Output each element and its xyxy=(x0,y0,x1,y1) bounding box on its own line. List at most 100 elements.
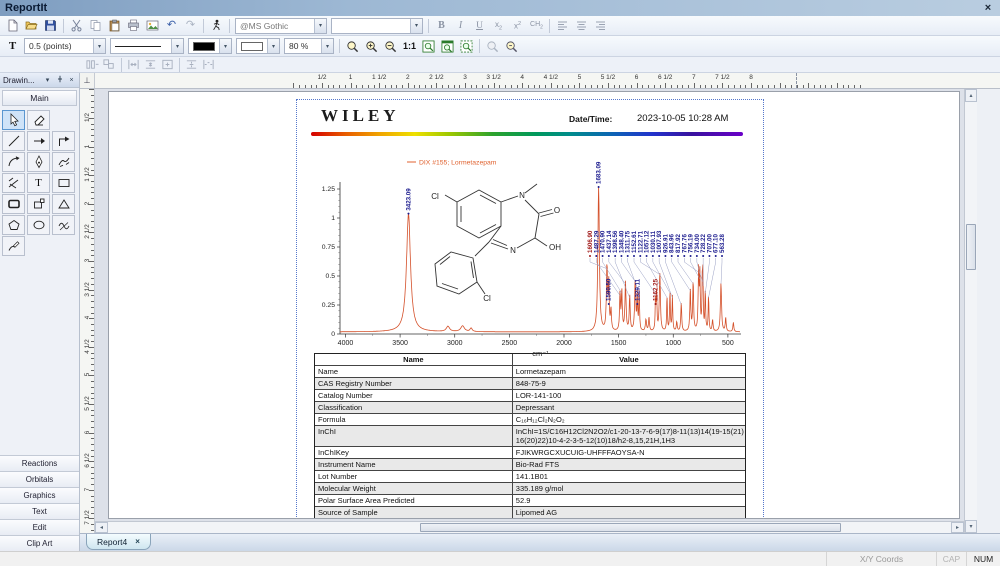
align-right-button[interactable] xyxy=(591,17,610,34)
chevron-down-icon[interactable]: ▾ xyxy=(43,76,52,84)
pencil-tool[interactable] xyxy=(2,236,25,256)
legend-label: DIX #155; Lormetazepam xyxy=(419,160,497,167)
save-button[interactable] xyxy=(41,17,60,34)
line-tool[interactable] xyxy=(2,131,25,151)
pentagon-tool[interactable] xyxy=(2,215,25,235)
chevron-down-icon[interactable]: ▾ xyxy=(219,39,231,53)
print-button[interactable] xyxy=(124,17,143,34)
ir-spectrum-chart[interactable]: 00.250.50.7511.2540003500300025002000150… xyxy=(307,154,747,364)
bond xyxy=(539,210,552,214)
ruler-tick xyxy=(91,124,94,125)
text-tool[interactable]: T xyxy=(27,173,50,193)
report-page[interactable]: WILEY Date/Time: 2023-10-05 10:28 AM 00.… xyxy=(108,91,960,519)
font-style-select[interactable]: ▾ xyxy=(331,18,423,34)
freeform-select-tool-icon xyxy=(57,155,71,169)
zoom-last-disabled-button[interactable] xyxy=(502,38,521,55)
text-tool-button[interactable]: T xyxy=(3,38,22,55)
multi-line-tool[interactable] xyxy=(2,173,25,193)
bond xyxy=(480,225,496,234)
subscript-button[interactable]: x2 xyxy=(489,17,508,34)
zoom-in-button[interactable] xyxy=(362,38,381,55)
select-tool[interactable] xyxy=(2,110,25,130)
fill-color-select[interactable]: ▾ xyxy=(236,38,280,54)
scroll-down-icon[interactable]: ▾ xyxy=(965,520,977,533)
eraser-tool[interactable] xyxy=(27,110,50,130)
chevron-down-icon[interactable]: ▾ xyxy=(93,39,105,53)
rounded-rectangle-tool[interactable] xyxy=(2,194,25,214)
node-rectangle-tool[interactable] xyxy=(27,194,50,214)
ruler-tick xyxy=(91,250,94,251)
zoom-1to1-button[interactable]: 1:1 xyxy=(400,38,419,55)
rectangle-tool[interactable] xyxy=(52,173,75,193)
chevron-down-icon[interactable]: ▾ xyxy=(314,19,326,33)
panel-tab-clip-art[interactable]: Clip Art xyxy=(0,535,79,551)
redo-button[interactable]: ↷ xyxy=(181,17,200,34)
tab-close-icon[interactable]: × xyxy=(135,537,140,546)
new-document-button[interactable] xyxy=(3,17,22,34)
zoom-out-button[interactable] xyxy=(381,38,400,55)
chevron-down-icon[interactable]: ▾ xyxy=(171,39,183,53)
pen-tool[interactable] xyxy=(27,152,50,172)
panel-tab-main[interactable]: Main xyxy=(2,90,77,106)
chevron-down-icon[interactable]: ▾ xyxy=(321,39,333,53)
line-width-select[interactable]: 0.5 (points)▾ xyxy=(24,38,106,54)
zoom-select-button[interactable] xyxy=(343,38,362,55)
ellipse-tool[interactable] xyxy=(27,215,50,235)
panel-tab-reactions[interactable]: Reactions xyxy=(0,455,79,471)
freeform-select-tool[interactable] xyxy=(52,152,75,172)
panel-tab-orbitals[interactable]: Orbitals xyxy=(0,471,79,487)
scroll-up-icon[interactable]: ▴ xyxy=(965,89,977,102)
ch2-group-button[interactable]: CH2 xyxy=(527,17,546,34)
zoom-prev-disabled-button[interactable] xyxy=(483,38,502,55)
close-panel-icon[interactable]: × xyxy=(67,77,76,84)
arc-tool[interactable] xyxy=(2,152,25,172)
ruler-tick xyxy=(791,85,792,88)
bond xyxy=(535,238,547,246)
triangle-tool[interactable] xyxy=(52,194,75,214)
curve-cut-tool[interactable] xyxy=(52,215,75,235)
zoom-area-button[interactable] xyxy=(419,38,438,55)
document-canvas[interactable]: WILEY Date/Time: 2023-10-05 10:28 AM 00.… xyxy=(95,89,964,533)
panel-tab-graphics[interactable]: Graphics xyxy=(0,487,79,503)
zoom-fit-page-button[interactable] xyxy=(438,38,457,55)
drawing-panel-header[interactable]: Drawin... ▾ × xyxy=(0,73,79,88)
copy-button[interactable] xyxy=(86,17,105,34)
font-family-select[interactable]: @MS Gothic▾ xyxy=(235,18,327,34)
atom-label: N xyxy=(519,191,525,200)
chevron-down-icon[interactable]: ▾ xyxy=(267,39,279,53)
elbow-arrow-tool[interactable] xyxy=(52,131,75,151)
cut-button[interactable] xyxy=(67,17,86,34)
undo-button[interactable]: ↶ xyxy=(162,17,181,34)
line-style-select[interactable]: ▾ xyxy=(110,38,184,54)
chevron-down-icon[interactable]: ▾ xyxy=(410,19,422,33)
superscript-button[interactable]: x2 xyxy=(508,17,527,34)
zoom-fit-selection-button[interactable] xyxy=(457,38,476,55)
tab-report4[interactable]: Report4 × xyxy=(86,534,151,550)
panel-tab-edit[interactable]: Edit xyxy=(0,519,79,535)
panel-tab-text[interactable]: Text xyxy=(0,503,79,519)
vertical-scroll-thumb[interactable] xyxy=(966,224,976,270)
open-folder-button[interactable] xyxy=(22,17,41,34)
paste-button[interactable] xyxy=(105,17,124,34)
table-row: InChIInChI=1S/C16H12Cl2N2O2/c1-20-13-7-6… xyxy=(315,425,745,446)
bold-button[interactable]: B xyxy=(432,17,451,34)
pin-icon[interactable] xyxy=(55,75,64,85)
stroke-color-select[interactable]: ▾ xyxy=(188,38,232,54)
export-image-button[interactable] xyxy=(143,17,162,34)
scroll-right-icon[interactable]: ▸ xyxy=(951,522,964,533)
horizontal-scrollbar[interactable]: ◂ ▸ xyxy=(95,521,964,533)
scroll-left-icon[interactable]: ◂ xyxy=(95,522,108,533)
horizontal-scroll-thumb[interactable] xyxy=(420,523,842,532)
close-window-icon[interactable]: × xyxy=(981,2,995,14)
compound-data-table[interactable]: NameValueNameLormetazepamCAS Registry Nu… xyxy=(314,353,746,519)
align-center-button[interactable] xyxy=(572,17,591,34)
peak-leader-line xyxy=(659,258,672,298)
vertical-scrollbar[interactable]: ▴ ▾ xyxy=(964,89,977,533)
arrow-tool[interactable] xyxy=(27,131,50,151)
align-left-button[interactable] xyxy=(553,17,572,34)
italic-button[interactable]: I xyxy=(451,17,470,34)
underline-button[interactable]: U xyxy=(470,17,489,34)
zoom-percent-select[interactable]: 80 %▾ xyxy=(284,38,334,54)
copy-icon xyxy=(89,19,102,32)
clean-structure-button[interactable] xyxy=(207,17,226,34)
